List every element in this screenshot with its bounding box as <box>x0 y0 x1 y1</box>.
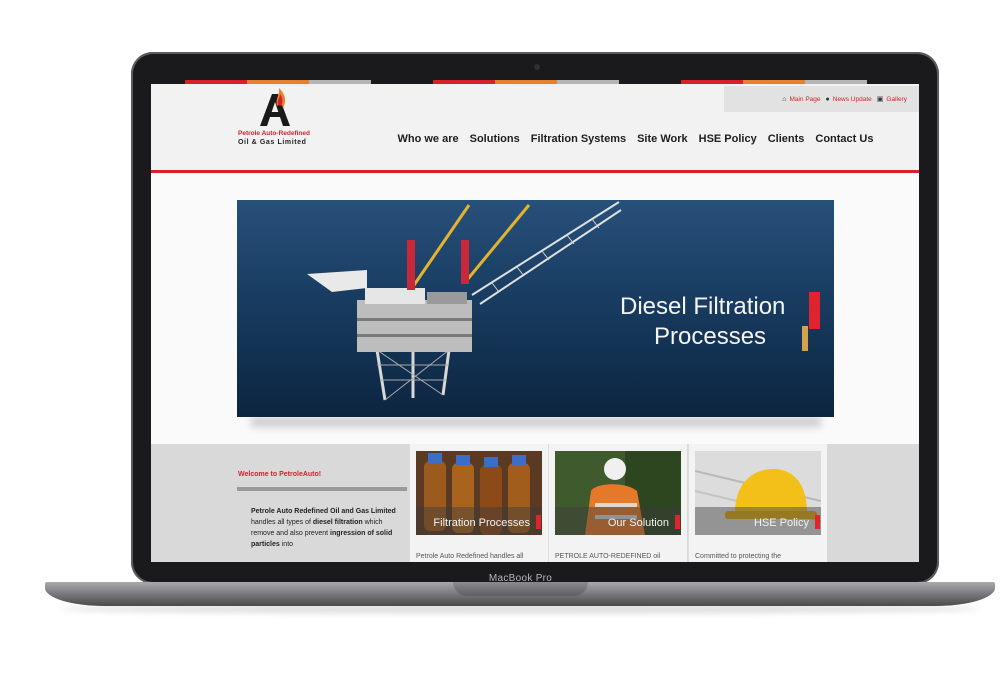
card-label: HSE Policy <box>753 517 809 529</box>
card-our-solution[interactable]: Our Solution PETROLE AUTO-REDEFINED oil <box>548 444 687 562</box>
card-excerpt: Committed to protecting the <box>695 553 781 560</box>
top-link-gallery[interactable]: ▣ Gallery <box>876 95 907 104</box>
welcome-text-part: handles all types of <box>251 519 313 526</box>
device-label: MacBook Pro <box>488 573 553 584</box>
user-icon: ● <box>825 95 830 103</box>
logo-flame-a-icon <box>260 88 290 126</box>
nav-site-work[interactable]: Site Work <box>632 133 694 145</box>
image-icon: ▣ <box>876 96 884 103</box>
nav-who-we-are[interactable]: Who we are <box>392 133 464 145</box>
top-link-news-update[interactable]: ● News Update <box>826 96 872 103</box>
hero-shadow <box>251 417 821 427</box>
logo-line2: Oil & Gas Limited <box>238 139 307 146</box>
top-link-label: Gallery <box>886 95 907 103</box>
card-label: Our Solution <box>607 517 669 529</box>
card-accent-tag <box>815 515 820 529</box>
site-logo[interactable]: Petrole Auto-Redefined Oil & Gas Limited <box>223 86 323 151</box>
main-nav: Who we are Solutions Filtration Systems … <box>392 133 879 145</box>
hero-slider[interactable]: Diesel Filtration Processes <box>237 200 834 417</box>
top-link-label: Main Page <box>789 95 821 103</box>
nav-hse-policy[interactable]: HSE Policy <box>693 133 762 145</box>
camera-dot <box>534 64 540 70</box>
card-image: Our Solution <box>555 451 681 535</box>
top-link-main-page[interactable]: ⌂ Main Page <box>782 96 820 103</box>
logo-line1: Petrole Auto-Redefined <box>238 130 310 137</box>
laptop-hinge-notch <box>453 582 588 596</box>
hero-accent-gold <box>802 326 808 351</box>
welcome-title: Welcome to PetroleAuto! <box>238 471 322 478</box>
hero-accent-red <box>809 292 820 329</box>
welcome-diesel-filtration: diesel filtration <box>312 519 363 526</box>
nav-contact-us[interactable]: Contact Us <box>810 133 879 145</box>
card-hse-policy[interactable]: HSE Policy Committed to protecting the <box>688 444 827 562</box>
card-accent-tag <box>675 515 680 529</box>
card-image: Filtration Processes <box>416 451 542 535</box>
browser-screen: ⌂ Main Page ● News Update ▣ Gallery Petr… <box>151 84 919 562</box>
welcome-divider <box>237 487 407 491</box>
card-accent-tag <box>536 515 541 529</box>
welcome-text-part: into <box>279 541 294 548</box>
welcome-company-name: Petrole Auto Redefined Oil and Gas Limit… <box>251 508 396 515</box>
welcome-text: Petrole Auto Redefined Oil and Gas Limit… <box>251 506 399 550</box>
home-icon: ⌂ <box>782 95 787 103</box>
hero-title-line1: Diesel Filtration <box>620 293 786 320</box>
nav-clients[interactable]: Clients <box>762 133 810 145</box>
nav-filtration-systems[interactable]: Filtration Systems <box>525 133 631 145</box>
welcome-panel: Welcome to PetroleAuto! Petrole Auto Red… <box>237 444 409 562</box>
top-link-label: News Update <box>832 95 872 103</box>
card-excerpt: Petrole Auto Redefined handles all <box>416 553 524 560</box>
top-links-bar: ⌂ Main Page ● News Update ▣ Gallery <box>724 86 919 112</box>
site-header: ⌂ Main Page ● News Update ▣ Gallery Petr… <box>151 84 919 170</box>
hero-title-line2: Processes <box>654 323 767 350</box>
card-image: HSE Policy <box>695 451 821 535</box>
header-divider <box>151 170 919 173</box>
card-filtration-processes[interactable]: Filtration Processes Petrole Auto Redefi… <box>409 444 548 562</box>
nav-solutions[interactable]: Solutions <box>464 133 525 145</box>
card-label: Filtration Processes <box>433 517 530 529</box>
card-excerpt: PETROLE AUTO-REDEFINED oil <box>555 553 661 560</box>
